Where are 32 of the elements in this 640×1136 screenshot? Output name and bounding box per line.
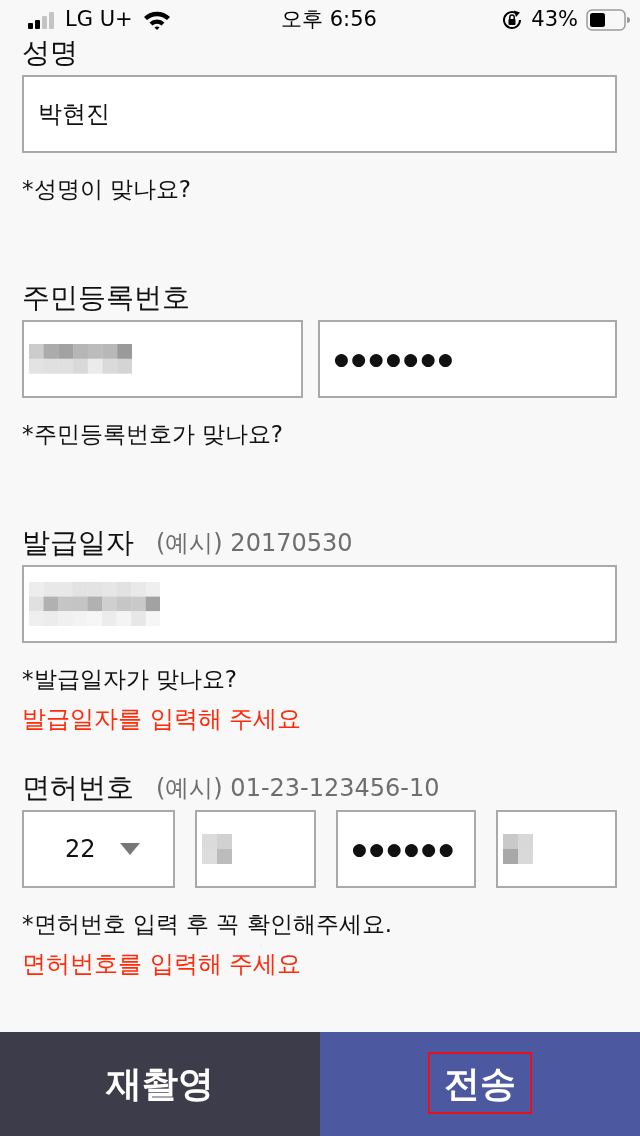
signal-icon: [28, 11, 55, 29]
input-field[interactable]: 박현진: [22, 75, 617, 153]
field-label: 면허번호: [22, 771, 134, 805]
example-hint: (예시) 01-23-123456-10: [156, 773, 440, 803]
check-hint: *발급일자가 맞나요?: [22, 664, 239, 694]
error-message: 발급일자를 입력해 주세요: [22, 704, 303, 735]
clock-time: 오후 6:56: [281, 7, 377, 33]
pixelated-value-drawing: [502, 834, 533, 864]
battery-percent: 43%: [531, 7, 578, 33]
battery-icon: [586, 9, 630, 31]
input-field[interactable]: [495, 810, 617, 888]
check-hint: *주민등록번호가 맞나요?: [22, 419, 285, 449]
example-hint: (예시) 20170530: [156, 528, 353, 558]
caret-icon: [119, 843, 140, 855]
pixelated-value-drawing: [201, 834, 232, 864]
rotation-lock-icon: [501, 9, 524, 31]
field-label: 발급일자: [22, 526, 134, 560]
check-hint: *성명이 맞나요?: [22, 174, 193, 204]
field-label: 성명: [22, 40, 78, 70]
retake-button[interactable]: 재촬영: [0, 1032, 320, 1136]
field-label: 주민등록번호: [22, 281, 190, 315]
carrier-name: LG U+: [65, 7, 133, 33]
input-field[interactable]: [22, 320, 303, 398]
input-field[interactable]: ●●●●●●●: [318, 320, 617, 398]
number-select[interactable]: 22: [22, 810, 175, 888]
input-field[interactable]: ●●●●●●: [336, 810, 476, 888]
input-field[interactable]: [22, 565, 617, 643]
wifi-icon: [142, 10, 171, 30]
input-field[interactable]: [194, 810, 316, 888]
check-hint: *면허번호 입력 후 꼭 확인해주세요.: [22, 909, 394, 939]
send-button[interactable]: 전송: [320, 1032, 640, 1136]
error-message: 면허번호를 입력해 주세요: [22, 949, 303, 980]
